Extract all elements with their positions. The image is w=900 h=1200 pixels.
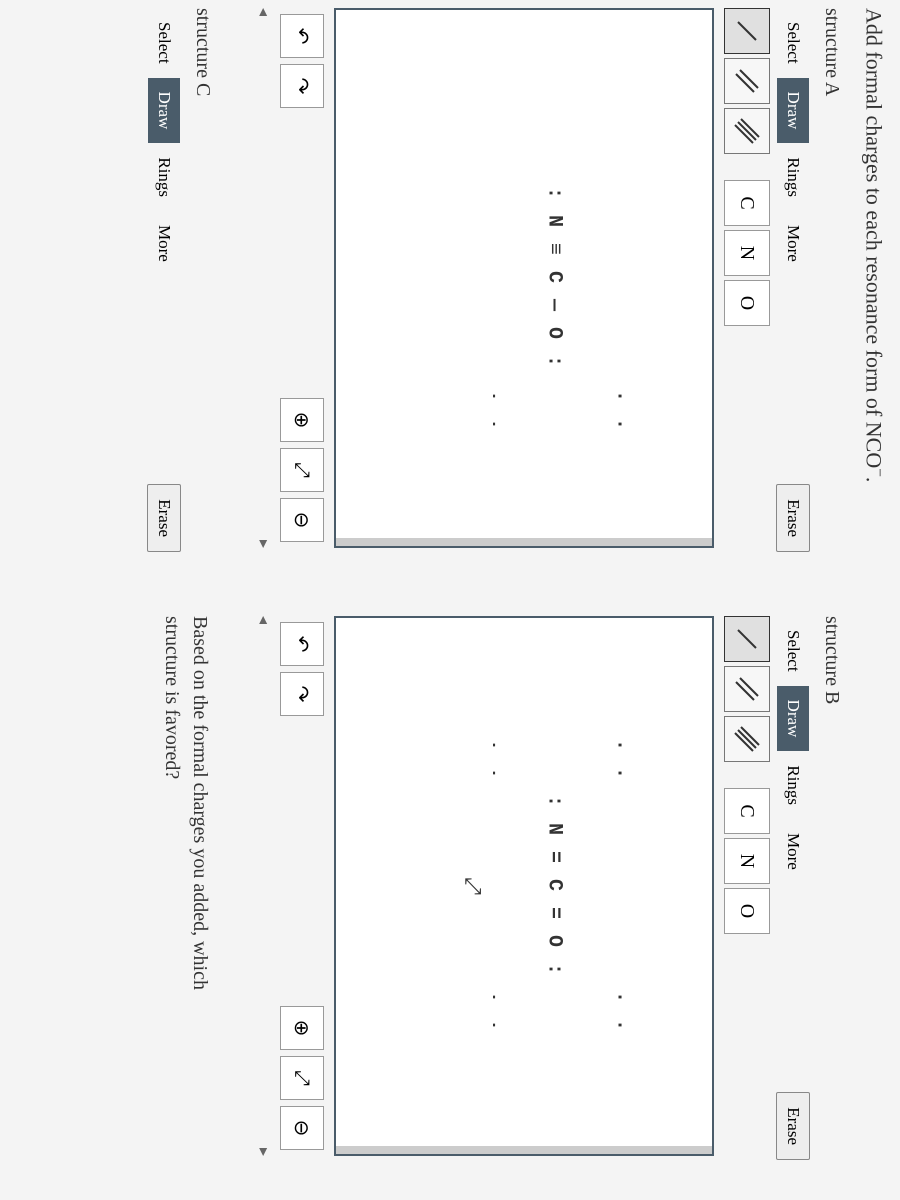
atom-c-button[interactable]: C	[724, 788, 770, 834]
erase-button[interactable]: Erase	[147, 484, 181, 552]
undo-button[interactable]: ↶	[280, 14, 324, 58]
structure-a-panel: structure A Select Draw Rings More Erase	[254, 8, 843, 576]
select-button[interactable]: Select	[777, 616, 809, 686]
structure-b-panel: structure B Select Draw Rings More Erase	[254, 616, 843, 1184]
zoom-fit-icon: ⤢	[290, 462, 313, 478]
double-bond-button[interactable]	[724, 666, 770, 712]
structure-b-bond-row: C N O	[724, 616, 770, 1184]
nav-left[interactable]: ◂	[254, 616, 274, 624]
atom-n-button[interactable]: N	[724, 230, 770, 276]
zoom-in-button[interactable]: ⊕	[280, 1006, 324, 1050]
draw-button[interactable]: Draw	[777, 78, 809, 144]
select-button[interactable]: Select	[148, 8, 180, 78]
structure-b-title: structure B	[820, 616, 843, 1184]
triple-bond-icon	[732, 724, 762, 754]
structure-a-canvas-tools: ↶ ↷ ⊕ ⤢ ⊖	[280, 8, 324, 548]
draw-button[interactable]: Draw	[777, 686, 809, 752]
redo-button[interactable]: ↷	[280, 64, 324, 108]
zoom-in-icon: ⊕	[289, 412, 314, 429]
redo-icon: ↷	[289, 686, 314, 703]
undo-icon: ↶	[289, 28, 314, 45]
rings-button[interactable]: Rings	[148, 143, 180, 211]
more-button[interactable]: More	[148, 211, 180, 276]
structure-a-canvas[interactable]: . . : N ≡ C — O : ˙ ˙	[334, 8, 714, 548]
erase-button[interactable]: Erase	[776, 484, 810, 552]
prompt-text: Add formal charges to each resonance for…	[861, 8, 888, 1184]
single-bond-icon	[732, 624, 762, 654]
structure-b-canvas[interactable]: . . . . : N = C = O : ˙ ˙ ˙ ˙ ⤢	[334, 616, 714, 1156]
double-bond-icon	[732, 66, 762, 96]
nav-right[interactable]: ▸	[254, 1148, 274, 1156]
atom-o-button[interactable]: O	[724, 888, 770, 934]
atom-c-button[interactable]: C	[724, 180, 770, 226]
question-panel: Based on the formal charges you added, w…	[141, 616, 214, 1184]
structure-c-toolbar: Select Draw Rings More Erase	[147, 8, 181, 576]
draw-button[interactable]: Draw	[148, 78, 180, 144]
zoom-in-icon: ⊕	[289, 1020, 314, 1037]
erase-button[interactable]: Erase	[776, 1092, 810, 1160]
atom-o-button[interactable]: O	[724, 280, 770, 326]
redo-icon: ↷	[289, 78, 314, 95]
triple-bond-icon	[732, 116, 762, 146]
more-button[interactable]: More	[777, 211, 809, 276]
select-button[interactable]: Select	[777, 8, 809, 78]
structure-a-bond-row: C N O	[724, 8, 770, 576]
structure-b-canvas-tools: ↶ ↷ ⊕ ⤢ ⊖	[280, 616, 324, 1156]
zoom-in-button[interactable]: ⊕	[280, 398, 324, 442]
zoom-fit-button[interactable]: ⤢	[280, 448, 324, 492]
cursor-icon: ⤢	[460, 877, 486, 895]
question-text: Based on the formal charges you added, w…	[158, 616, 214, 1184]
zoom-fit-icon: ⤢	[290, 1070, 313, 1086]
double-bond-icon	[732, 674, 762, 704]
triple-bond-button[interactable]	[724, 716, 770, 762]
structure-c-title: structure C	[191, 8, 214, 576]
nav-left[interactable]: ◂	[254, 8, 274, 16]
nav-right[interactable]: ▸	[254, 540, 274, 548]
single-bond-icon	[732, 16, 762, 46]
atom-n-button[interactable]: N	[724, 838, 770, 884]
single-bond-button[interactable]	[724, 616, 770, 662]
rings-button[interactable]: Rings	[777, 751, 809, 819]
zoom-out-button[interactable]: ⊖	[280, 498, 324, 542]
structure-a-toolbar: Select Draw Rings More Erase	[776, 8, 810, 576]
rings-button[interactable]: Rings	[777, 143, 809, 211]
double-bond-button[interactable]	[724, 58, 770, 104]
lewis-structure-a: . . : N ≡ C — O : ˙ ˙	[427, 124, 680, 432]
zoom-out-button[interactable]: ⊖	[280, 1106, 324, 1150]
zoom-out-icon: ⊖	[289, 1120, 314, 1137]
structure-c-panel: structure C Select Draw Rings More Erase	[141, 8, 214, 576]
redo-button[interactable]: ↷	[280, 672, 324, 716]
zoom-out-icon: ⊖	[289, 512, 314, 529]
single-bond-button[interactable]	[724, 8, 770, 54]
undo-icon: ↶	[289, 636, 314, 653]
structure-a-title: structure A	[820, 8, 843, 576]
zoom-fit-button[interactable]: ⤢	[280, 1056, 324, 1100]
structure-b-toolbar: Select Draw Rings More Erase	[776, 616, 810, 1184]
triple-bond-button[interactable]	[724, 108, 770, 154]
more-button[interactable]: More	[777, 819, 809, 884]
undo-button[interactable]: ↶	[280, 622, 324, 666]
